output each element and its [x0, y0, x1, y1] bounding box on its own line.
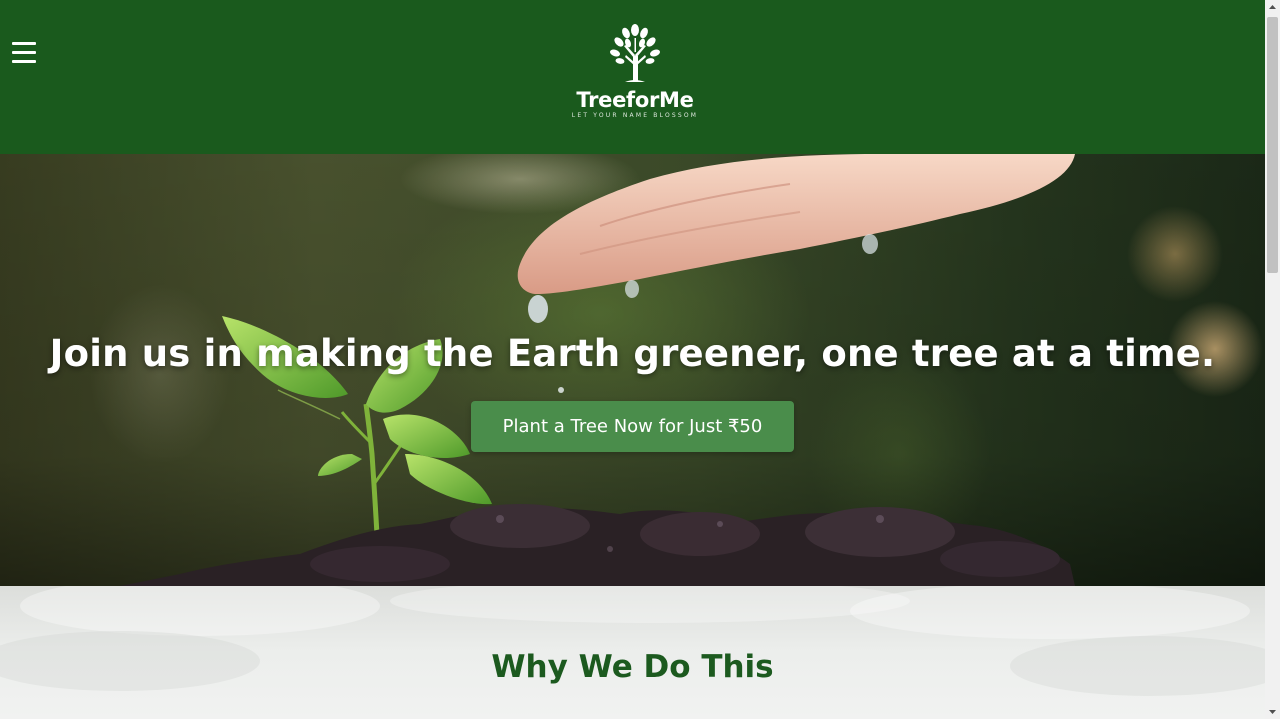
hamburger-menu-icon[interactable]	[12, 42, 38, 64]
hero-section: Join us in making the Earth greener, one…	[0, 154, 1265, 586]
why-section-title: Why We Do This	[491, 649, 774, 685]
logo-tagline: LET YOUR NAME BLOSSOM	[571, 112, 699, 119]
plant-tree-cta-button[interactable]: Plant a Tree Now for Just ₹50	[471, 401, 794, 452]
hero-title: Join us in making the Earth greener, one…	[49, 332, 1216, 375]
scrollbar-thumb[interactable]	[1267, 17, 1278, 273]
tree-icon	[609, 24, 661, 82]
scroll-down-arrow-icon[interactable]	[1265, 704, 1280, 719]
vertical-scrollbar[interactable]	[1265, 0, 1280, 719]
scroll-up-arrow-icon[interactable]	[1265, 0, 1280, 15]
logo-name: TreeforMe	[576, 88, 694, 112]
why-section: Why We Do This	[0, 586, 1265, 719]
page: TreeforMe LET YOUR NAME BLOSSOM Join us …	[0, 0, 1265, 719]
site-header: TreeforMe LET YOUR NAME BLOSSOM	[0, 0, 1265, 154]
site-logo[interactable]: TreeforMe LET YOUR NAME BLOSSOM	[560, 22, 710, 128]
